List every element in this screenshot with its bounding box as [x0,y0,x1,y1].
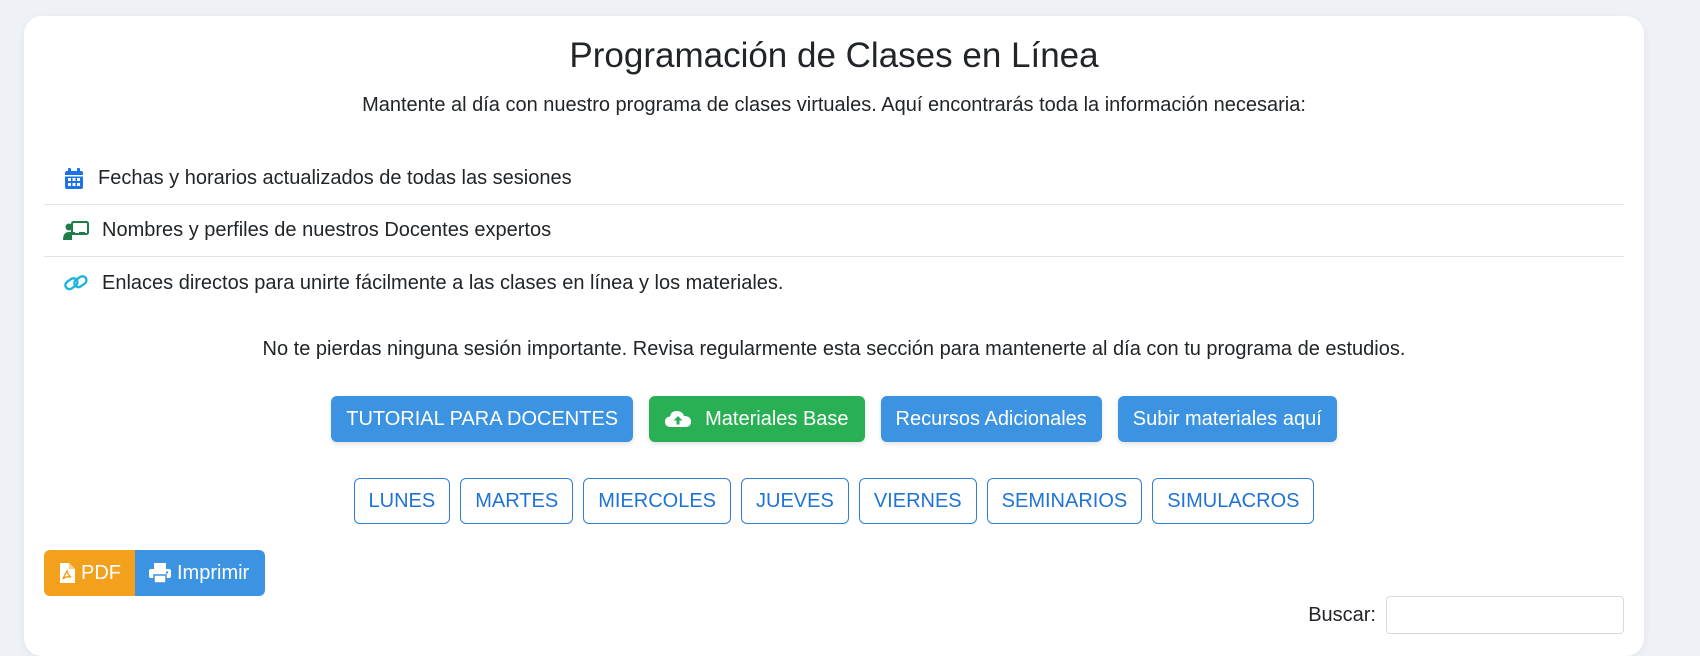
list-item: Fechas y horarios actualizados de todas … [44,153,1624,205]
cloud-upload-icon [665,410,692,428]
calendar-icon [62,167,86,191]
pdf-label: PDF [81,561,121,584]
day-button-martes[interactable]: MARTES [460,478,574,524]
day-filters: LUNES MARTES MIERCOLES JUEVES VIERNES SE… [24,478,1644,524]
schedule-card: Programación de Clases en Línea Mantente… [24,16,1644,656]
feature-text: Fechas y horarios actualizados de todas … [98,167,572,189]
print-label: Imprimir [177,561,250,584]
tutorial-button[interactable]: TUTORIAL PARA DOCENTES [331,396,634,442]
day-button-miercoles[interactable]: MIERCOLES [583,478,732,524]
print-button[interactable]: Imprimir [135,550,265,596]
link-icon [62,271,90,295]
feature-text: Nombres y perfiles de nuestros Docentes … [102,219,552,241]
day-button-viernes[interactable]: VIERNES [858,478,977,524]
feature-list: Fechas y horarios actualizados de todas … [44,153,1624,309]
list-item: Enlaces directos para unirte fácilmente … [44,257,1624,309]
action-buttons: TUTORIAL PARA DOCENTES Materiales Base R… [24,396,1644,442]
list-item: Nombres y perfiles de nuestros Docentes … [44,205,1624,257]
reminder-text: No te pierdas ninguna sesión importante.… [262,338,1406,360]
search-input[interactable] [1386,596,1624,634]
recursos-adicionales-button[interactable]: Recursos Adicionales [880,396,1102,442]
day-button-seminarios[interactable]: SEMINARIOS [986,478,1143,524]
search-label: Buscar: [1308,603,1376,626]
export-buttons: PDF Imprimir [44,550,265,596]
printer-icon [149,563,171,583]
page-title: Programación de Clases en Línea [569,36,1099,75]
teacher-board-icon [62,219,90,243]
day-button-jueves[interactable]: JUEVES [741,478,849,524]
day-button-lunes[interactable]: LUNES [353,478,451,524]
file-pdf-icon [59,563,75,583]
materiales-base-label: Materiales Base [705,407,849,430]
pdf-button[interactable]: PDF [44,550,135,596]
search-box: Buscar: [1308,596,1624,634]
subir-materiales-button[interactable]: Subir materiales aquí [1117,396,1337,442]
day-button-simulacros[interactable]: SIMULACROS [1152,478,1315,524]
materiales-base-button[interactable]: Materiales Base [649,396,865,442]
page-subtitle: Mantente al día con nuestro programa de … [362,94,1306,116]
feature-text: Enlaces directos para unirte fácilmente … [102,271,784,294]
